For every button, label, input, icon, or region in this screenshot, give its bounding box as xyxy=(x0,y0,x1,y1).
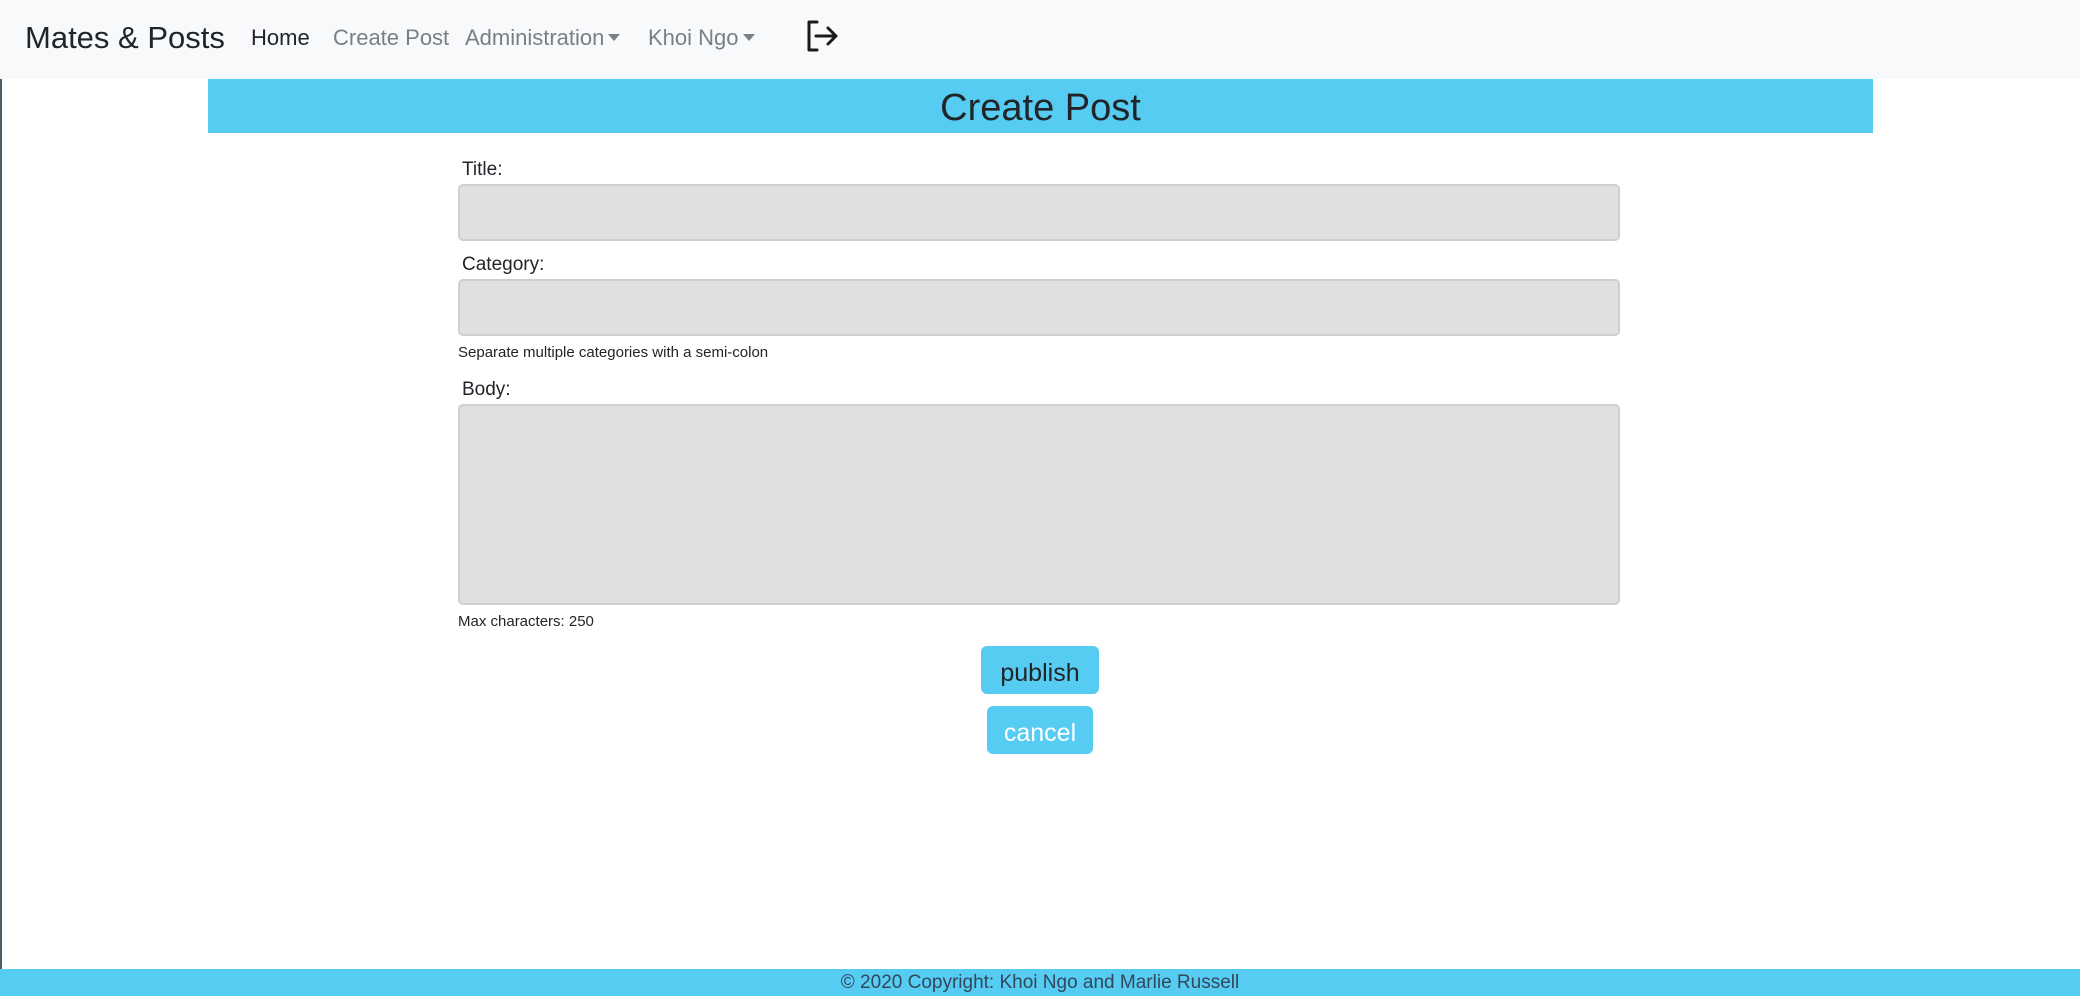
category-input[interactable] xyxy=(458,279,1620,336)
chevron-down-icon xyxy=(608,34,621,41)
chevron-down-icon xyxy=(742,34,755,41)
cancel-button[interactable]: cancel xyxy=(987,706,1093,754)
nav-user-label: Khoi Ngo xyxy=(648,25,739,50)
copyright-text: © 2020 Copyright: Khoi Ngo and Marlie Ru… xyxy=(840,972,1240,993)
body-hint: Max characters: 250 xyxy=(458,613,594,630)
nav-administration-dropdown[interactable]: Administration xyxy=(465,24,621,52)
page-header-bar: Create Post xyxy=(208,79,1873,133)
title-input[interactable] xyxy=(458,184,1620,241)
title-label: Title: xyxy=(462,159,503,180)
body-textarea[interactable] xyxy=(458,404,1620,605)
nav-user-dropdown[interactable]: Khoi Ngo xyxy=(648,24,755,52)
footer: © 2020 Copyright: Khoi Ngo and Marlie Ru… xyxy=(0,969,2080,996)
nav-home-link[interactable]: Home xyxy=(251,24,310,52)
page-title: Create Post xyxy=(940,87,1141,129)
nav-create-post-link[interactable]: Create Post xyxy=(333,24,449,52)
window-left-edge xyxy=(0,79,2,969)
logout-icon[interactable] xyxy=(804,18,840,54)
brand-link[interactable]: Mates & Posts xyxy=(25,18,225,58)
body-label: Body: xyxy=(462,379,511,400)
top-navbar: Mates & Posts Home Create Post Administr… xyxy=(0,0,2080,79)
category-label: Category: xyxy=(462,254,545,275)
nav-administration-label: Administration xyxy=(465,25,605,50)
publish-button[interactable]: publish xyxy=(981,646,1099,694)
category-hint: Separate multiple categories with a semi… xyxy=(458,344,769,361)
